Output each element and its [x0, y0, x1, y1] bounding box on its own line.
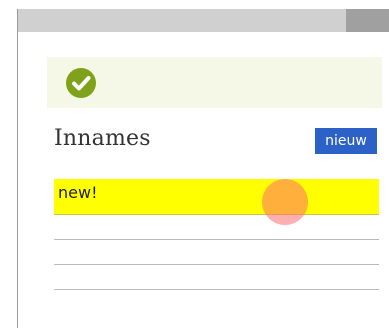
intake-list: new!	[54, 179, 379, 290]
check-circle-icon	[66, 68, 96, 98]
app-window: Innames nieuw new!	[17, 9, 389, 328]
title-bar-controls[interactable]	[346, 9, 389, 32]
title-bar	[18, 9, 389, 32]
list-item[interactable]	[54, 215, 379, 240]
list-item[interactable]	[54, 240, 379, 265]
new-button[interactable]: nieuw	[315, 128, 377, 154]
list-item[interactable]: new!	[54, 179, 379, 225]
list-item-label: new!	[58, 183, 98, 202]
success-notice	[47, 57, 382, 108]
page-title: Innames	[54, 126, 151, 151]
list-item[interactable]	[54, 265, 379, 290]
